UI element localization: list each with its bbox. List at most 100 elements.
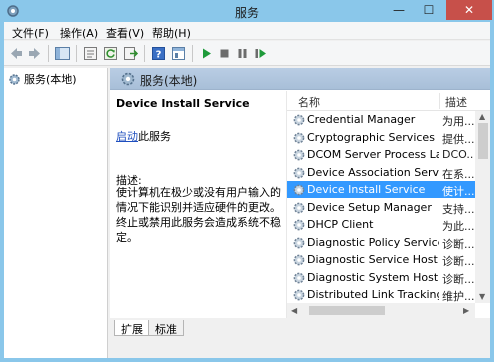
pane-header: 服务(本地) xyxy=(110,68,490,90)
service-row[interactable]: Diagnostic System Host 诊断... xyxy=(287,269,475,286)
stop-icon[interactable] xyxy=(216,45,233,62)
tab-extended[interactable]: 扩展 xyxy=(114,320,150,336)
back-icon[interactable] xyxy=(8,45,25,62)
navigation-tree: 服务(本地) xyxy=(4,68,108,358)
scroll-right-icon[interactable]: ▶ xyxy=(463,306,469,315)
vertical-scrollbar[interactable]: ▲ ▼ xyxy=(475,111,490,303)
start-service-link[interactable]: 启动 xyxy=(116,130,138,143)
help-icon[interactable]: ? xyxy=(150,45,167,62)
play-icon[interactable] xyxy=(198,45,215,62)
menu-action[interactable]: 操作(A) xyxy=(60,25,98,41)
service-description: 支持... xyxy=(442,202,474,216)
service-row[interactable]: Device Association Service在系... xyxy=(287,164,475,181)
service-title: Device Install Service xyxy=(116,97,250,110)
service-detail-panel: Device Install Service 启动此服务 描述: 使计算机在极少… xyxy=(110,91,284,318)
close-button[interactable]: ✕ xyxy=(446,0,492,20)
service-gear-icon xyxy=(292,236,306,250)
properties-icon[interactable] xyxy=(82,45,99,62)
service-row[interactable]: DCOM Server Process La... DCO... xyxy=(287,146,475,163)
toolbar-separator xyxy=(192,45,193,62)
maximize-button[interactable]: ☐ xyxy=(414,0,444,20)
service-row[interactable]: Credential Manager 为用... xyxy=(287,111,475,128)
client-area: 文件(F) 操作(A) 查看(V) 帮助(H) ? 服务(本地) 服务(本地) … xyxy=(4,22,490,358)
service-gear-icon xyxy=(292,183,306,197)
services-window: 服务 — ☐ ✕ 文件(F) 操作(A) 查看(V) 帮助(H) ? 服务(本地… xyxy=(0,0,494,362)
minimize-button[interactable]: — xyxy=(384,0,414,20)
service-gear-icon xyxy=(292,218,306,232)
scroll-left-icon[interactable]: ◀ xyxy=(291,306,297,315)
refresh-icon[interactable] xyxy=(102,45,119,62)
horizontal-scrollbar[interactable]: ◀ ▶ xyxy=(287,303,475,318)
tree-item-label: 服务(本地) xyxy=(24,73,77,86)
service-row[interactable]: Distributed Link Tracking...维护... xyxy=(287,286,475,303)
menu-bar: 文件(F) 操作(A) 查看(V) 帮助(H) xyxy=(4,22,490,40)
service-gear-icon xyxy=(292,131,306,145)
service-name: Cryptographic Services xyxy=(307,130,435,144)
console-icon[interactable] xyxy=(170,45,187,62)
toolbar-separator xyxy=(144,45,145,62)
column-header-name[interactable]: 名称 xyxy=(298,94,320,110)
service-description: 提供... xyxy=(442,132,474,146)
description-text: 使计算机在极少或没有用户输入的情况下能识别并适应硬件的更改。终止或禁用此服务会造… xyxy=(116,186,281,244)
service-description: 为用... xyxy=(442,115,474,128)
menu-help[interactable]: 帮助(H) xyxy=(152,25,191,41)
start-suffix: 此服务 xyxy=(138,130,171,143)
pane-title: 服务(本地) xyxy=(140,74,198,88)
service-gear-icon xyxy=(292,201,306,215)
service-description: DCO... xyxy=(442,148,474,161)
service-name: Diagnostic Policy Service xyxy=(307,235,439,249)
scroll-up-icon[interactable]: ▲ xyxy=(479,113,487,121)
horizontal-scroll-thumb[interactable] xyxy=(309,306,385,315)
service-description: 诊断... xyxy=(442,237,474,251)
service-gear-icon xyxy=(292,113,306,127)
service-name: Device Association Service xyxy=(307,165,439,179)
toolbar-separator xyxy=(48,45,49,62)
service-row[interactable]: Cryptographic Services 提供... xyxy=(287,129,475,146)
show-tree-icon[interactable] xyxy=(54,45,71,62)
menu-view[interactable]: 查看(V) xyxy=(106,25,144,41)
service-gear-icon xyxy=(292,288,306,302)
toolbar-separator xyxy=(76,45,77,62)
service-gear-icon xyxy=(292,271,306,285)
service-gear-icon xyxy=(292,166,306,180)
service-row[interactable]: Device Setup Manager 支持... xyxy=(287,199,475,216)
services-gear-icon xyxy=(121,72,135,86)
export-icon[interactable] xyxy=(122,45,139,62)
menu-file[interactable]: 文件(F) xyxy=(12,25,49,41)
service-description: 诊断... xyxy=(442,255,474,268)
title-bar[interactable]: 服务 — ☐ ✕ xyxy=(0,0,494,22)
service-description: 在系... xyxy=(442,167,474,181)
service-row[interactable]: Diagnostic Service Host 诊断... xyxy=(287,251,475,268)
service-name: Device Install Service xyxy=(307,183,426,196)
column-header-description[interactable]: 描述 xyxy=(445,94,467,110)
svg-text:?: ? xyxy=(156,50,162,61)
forward-icon[interactable] xyxy=(26,45,43,62)
tab-standard[interactable]: 标准 xyxy=(148,320,184,336)
service-gear-icon xyxy=(292,253,306,267)
service-description: 维护... xyxy=(442,290,474,303)
service-description: 使计... xyxy=(442,185,474,198)
service-name: Credential Manager xyxy=(307,113,416,126)
view-tabs: 扩展 标准 xyxy=(110,318,490,358)
list-header: 名称 描述 xyxy=(287,91,490,111)
service-description: 为此... xyxy=(442,220,474,233)
service-name: Diagnostic System Host xyxy=(307,270,439,284)
service-row[interactable]: DHCP Client 为此... xyxy=(287,216,475,233)
restart-icon[interactable] xyxy=(252,45,269,62)
column-separator[interactable] xyxy=(439,93,440,109)
services-list: 名称 描述 Credential Manager 为用... Cryptograph… xyxy=(286,91,490,318)
service-name: Device Setup Manager xyxy=(307,200,432,214)
service-name: DHCP Client xyxy=(307,218,374,231)
service-gear-icon xyxy=(292,148,306,162)
services-gear-icon xyxy=(9,73,20,85)
service-row[interactable]: Device Install Service 使计... xyxy=(287,181,475,198)
tree-item-services-local[interactable]: 服务(本地) xyxy=(8,71,77,87)
services-pane: 服务(本地) Device Install Service 启动此服务 描述: … xyxy=(110,68,490,358)
service-name: Distributed Link Tracking... xyxy=(307,288,439,301)
vertical-scroll-thumb[interactable] xyxy=(478,123,488,159)
start-action: 启动此服务 xyxy=(116,128,171,144)
service-description: 诊断... xyxy=(442,272,474,286)
service-row[interactable]: Diagnostic Policy Service 诊断... xyxy=(287,234,475,251)
scroll-down-icon[interactable]: ▼ xyxy=(479,293,487,301)
pause-icon[interactable] xyxy=(234,45,251,62)
